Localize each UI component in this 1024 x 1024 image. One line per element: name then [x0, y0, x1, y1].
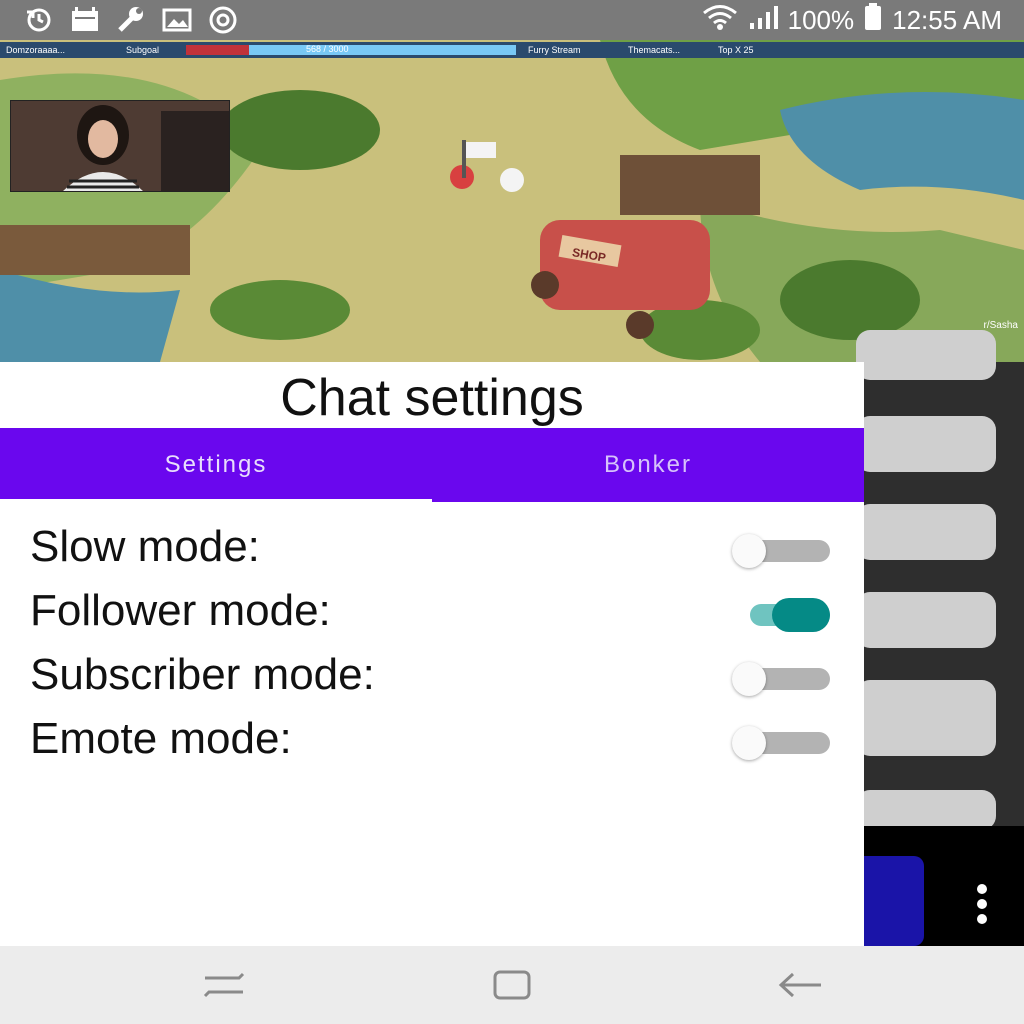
tab-settings[interactable]: Settings — [0, 428, 432, 502]
home-icon[interactable] — [482, 964, 542, 1006]
subgoal-progress-bar: 568 / 3000 — [186, 44, 516, 55]
background-send-button — [864, 856, 924, 946]
background-list-item — [856, 790, 996, 830]
setting-label: Emote mode: — [30, 714, 292, 763]
webcam-overlay — [10, 100, 230, 192]
stream-corner-text: r/Sasha — [983, 320, 1018, 331]
calendar-icon — [70, 6, 100, 34]
back-icon[interactable] — [770, 964, 830, 1006]
tab-bar: Settings Bonker — [0, 428, 864, 502]
game-scene — [0, 40, 1024, 362]
sync-icon — [24, 6, 54, 34]
subgoal-progress-text: 568 / 3000 — [306, 44, 349, 54]
setting-row-follower-mode: Follower mode: — [0, 582, 864, 646]
emote-mode-switch[interactable] — [732, 722, 830, 762]
image-icon — [162, 6, 192, 34]
background-list-item — [856, 330, 996, 380]
background-list-item — [856, 592, 996, 648]
setting-label: Follower mode: — [30, 586, 331, 635]
setting-row-emote-mode: Emote mode: — [0, 710, 864, 774]
wifi-icon — [702, 4, 738, 37]
overlay-segment: Furry Stream — [528, 45, 581, 55]
background-list-item — [856, 504, 996, 560]
overlay-segment: Themacats... — [628, 45, 681, 55]
subscriber-mode-switch[interactable] — [732, 658, 830, 698]
wrench-icon — [116, 6, 146, 34]
overlay-segment: Top X 25 — [718, 45, 754, 55]
tab-bonker[interactable]: Bonker — [432, 428, 864, 502]
follower-mode-switch[interactable] — [732, 594, 830, 634]
overlay-segment: Domzoraaaa... — [6, 45, 66, 55]
recents-icon[interactable] — [194, 964, 254, 1006]
stream-video[interactable]: Domzoraaaa... Subgoal 568 / 3000 Furry S… — [0, 40, 1024, 362]
status-bar: 100% 12:55 AM — [0, 0, 1024, 40]
navigation-bar — [0, 946, 1024, 1024]
more-options-icon[interactable] — [972, 884, 992, 924]
clock: 12:55 AM — [892, 4, 1002, 35]
battery-icon — [864, 2, 882, 38]
app-screen: 100% 12:55 AM Domzoraaaa... Subgoal 568 … — [0, 0, 1024, 1024]
slow-mode-switch[interactable] — [732, 530, 830, 570]
background-list-item — [856, 416, 996, 472]
chat-settings-dialog: Chat settings Settings Bonker Slow mode:… — [0, 362, 864, 946]
setting-row-slow-mode: Slow mode: — [0, 518, 864, 582]
battery-percent: 100% — [787, 4, 855, 35]
setting-label: Subscriber mode: — [30, 650, 375, 699]
signal-icon — [748, 5, 778, 36]
target-icon — [208, 6, 238, 34]
overlay-segment: Subgoal — [126, 45, 160, 55]
tab-indicator — [0, 499, 432, 502]
stream-overlay-bar: Domzoraaaa... Subgoal 568 / 3000 Furry S… — [0, 42, 1024, 58]
dialog-title: Chat settings — [280, 369, 584, 427]
setting-label: Slow mode: — [30, 522, 260, 571]
subgoal-progress-fill — [186, 45, 249, 55]
background-list-item — [856, 680, 996, 756]
setting-row-subscriber-mode: Subscriber mode: — [0, 646, 864, 710]
